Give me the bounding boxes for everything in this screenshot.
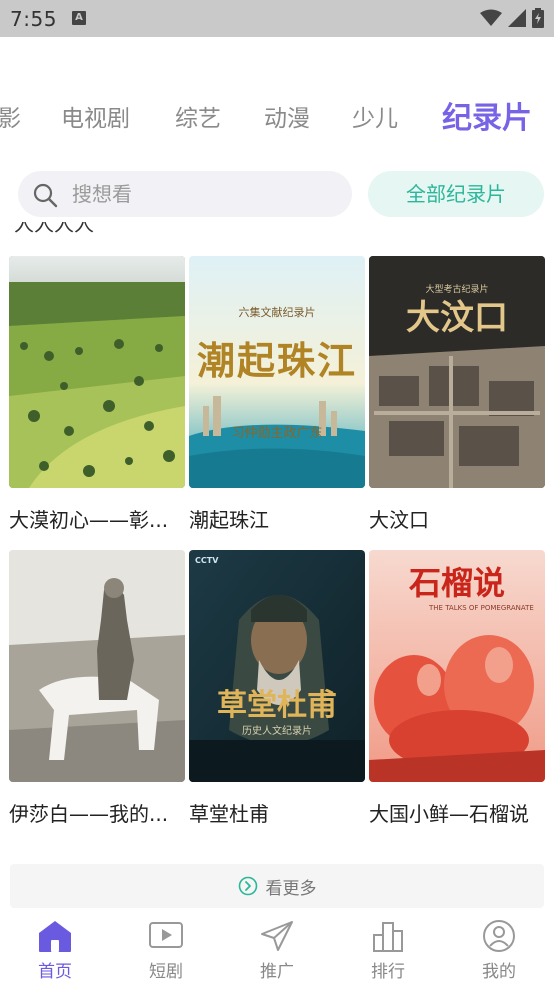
search-placeholder: 搜想看	[72, 182, 132, 206]
status-bar: 7:55 A	[0, 0, 554, 37]
tab-film[interactable]: 影	[0, 95, 21, 143]
signal-icon	[508, 9, 526, 27]
all-documentaries-button[interactable]: 全部纪录片	[368, 171, 544, 217]
card-title[interactable]: 伊莎白——我的...	[9, 798, 185, 827]
tab-anime[interactable]: 动漫	[264, 95, 310, 143]
tab-tv-series[interactable]: 电视剧	[61, 95, 130, 143]
poster-image[interactable]: CCTV 草堂杜甫 历史人文纪录片	[189, 550, 365, 782]
poster-title: 大汶口	[406, 298, 508, 338]
nav-ranking[interactable]: 排行	[333, 912, 443, 985]
poster-image[interactable]: 大型考古纪录片 大汶口	[369, 256, 545, 488]
nav-short-drama[interactable]: 短剧	[111, 912, 221, 985]
poster-subtitle: 习仲勋主政广东	[231, 426, 323, 441]
notification-icon: A	[72, 11, 86, 25]
category-tabs: 影 电视剧 综艺 动漫 少儿 纪录片	[0, 95, 554, 143]
card-title[interactable]: 大漠初心——彰...	[9, 504, 185, 533]
poster-image[interactable]: 六集文献纪录片 潮起珠江 习仲勋主政广东	[189, 256, 365, 488]
poster-caption: 历史人文纪录片	[242, 726, 312, 737]
card-title[interactable]: 大汶口	[369, 504, 545, 533]
scrolled-text-fragment: 人人人人	[14, 222, 94, 234]
see-more-label: 看更多	[265, 878, 317, 899]
nav-home-label: 首页	[38, 962, 72, 982]
cctv-logo: CCTV	[195, 556, 219, 565]
poster-image[interactable]	[9, 550, 185, 782]
poster-image[interactable]	[9, 256, 185, 488]
tab-kids[interactable]: 少儿	[352, 95, 398, 143]
tab-variety[interactable]: 综艺	[175, 95, 221, 143]
card-title[interactable]: 潮起珠江	[189, 504, 365, 533]
poster-caption: THE TALKS OF POMEGRANATE	[429, 604, 534, 612]
play-icon	[149, 922, 183, 948]
card-title[interactable]: 大国小鲜—石榴说	[369, 798, 545, 827]
poster-title: 草堂杜甫	[217, 688, 337, 723]
tab-documentary[interactable]: 纪录片	[442, 95, 532, 143]
nav-promote[interactable]: 推广	[222, 912, 332, 985]
rank-icon	[373, 922, 403, 952]
poster-title: 潮起珠江	[196, 338, 357, 383]
nav-home[interactable]: 首页	[0, 912, 110, 985]
status-time: 7:55	[10, 7, 57, 31]
poster-image[interactable]: 石榴说 THE TALKS OF POMEGRANATE	[369, 550, 545, 782]
nav-ranking-label: 排行	[371, 962, 405, 982]
nav-profile[interactable]: 我的	[444, 912, 554, 985]
search-icon	[33, 183, 58, 208]
status-icons	[480, 8, 544, 28]
profile-icon	[483, 920, 515, 952]
wifi-icon	[480, 9, 502, 26]
chevron-right-circle-icon	[238, 876, 257, 896]
send-icon	[261, 921, 293, 951]
nav-promote-label: 推广	[260, 962, 294, 982]
nav-short-drama-label: 短剧	[149, 962, 183, 982]
poster-title: 石榴说	[408, 564, 505, 602]
nav-profile-label: 我的	[482, 962, 516, 982]
battery-icon	[532, 8, 544, 28]
card-title[interactable]: 草堂杜甫	[189, 798, 365, 827]
bottom-navigation: 首页 短剧 推广 排行 我的	[0, 912, 554, 985]
home-icon	[39, 921, 71, 952]
poster-caption: 六集文献纪录片	[238, 306, 316, 319]
search-input[interactable]: 搜想看	[18, 171, 352, 217]
see-more-button[interactable]: 看更多	[10, 864, 544, 908]
